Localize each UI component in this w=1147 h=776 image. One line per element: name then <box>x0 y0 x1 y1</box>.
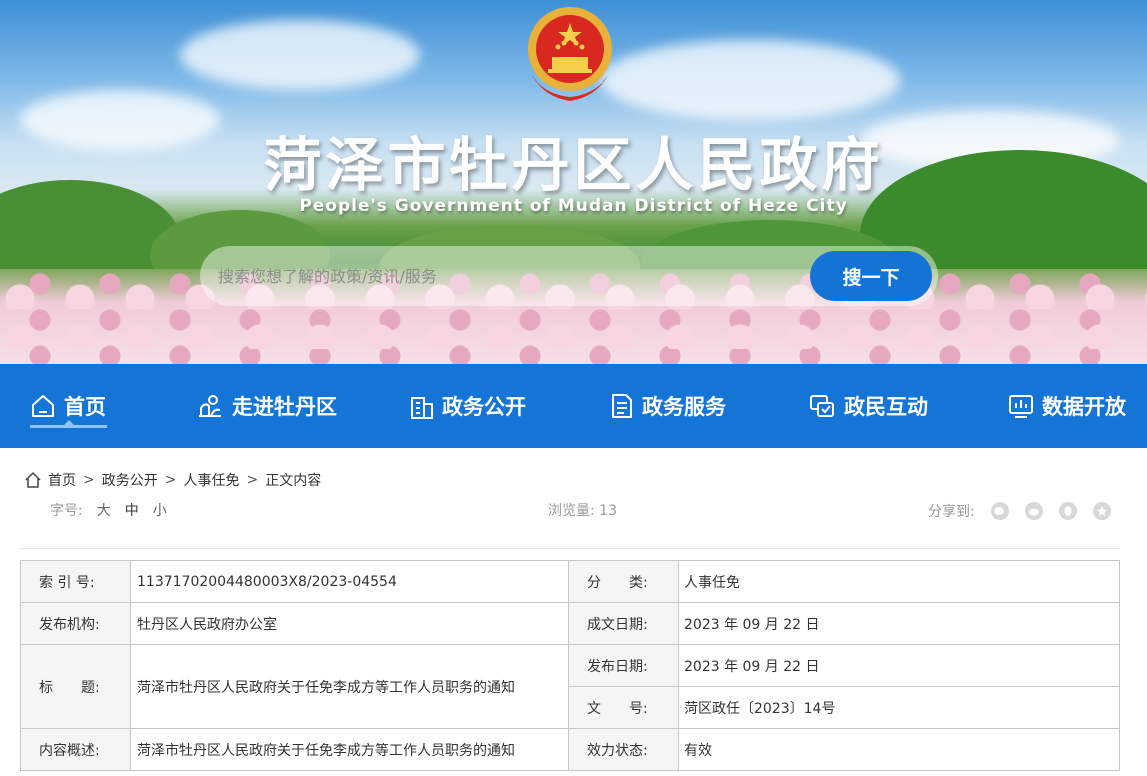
nav-item-label: 首页 <box>64 395 106 419</box>
home-icon <box>25 472 41 488</box>
breadcrumb-personnel[interactable]: 人事任免 <box>183 470 239 490</box>
category-value: 人事任免 <box>678 560 1120 603</box>
index-label: 索 引 号: <box>20 560 131 603</box>
document-info-table: 索 引 号: 11371702004480003X8/2023-04554 分 … <box>20 560 1120 771</box>
font-size-small[interactable]: 小 <box>153 500 167 520</box>
created-date-label: 成文日期: <box>568 602 679 645</box>
article-toolbar: 字号: 大 中 小 浏览量: 13 分享到: <box>0 500 1147 522</box>
org-value: 牡丹区人民政府办公室 <box>130 602 569 645</box>
home-icon <box>32 395 54 417</box>
font-size-large[interactable]: 大 <box>97 500 111 520</box>
header-banner: 菏泽市牡丹区人民政府 People's Government of Mudan … <box>0 0 1147 364</box>
status-value: 有效 <box>678 728 1120 771</box>
nav-item-interaction[interactable]: 政民互动 <box>808 364 928 448</box>
chat-icon <box>810 395 834 417</box>
nav-item-label: 政务公开 <box>442 395 526 419</box>
nav-item-home[interactable]: 首页 <box>30 364 106 448</box>
main-nav: 首页 走进牡丹区 政务公开 政务服务 政民互动 数据开放 <box>0 364 1147 448</box>
wechat-icon[interactable] <box>990 502 1009 520</box>
site-subtitle: People's Government of Mudan District of… <box>299 196 848 216</box>
title-value: 菏泽市牡丹区人民政府关于任免李成方等工作人员职务的通知 <box>130 644 569 729</box>
cloud <box>600 40 900 120</box>
view-count-value: 13 <box>599 503 617 519</box>
national-emblem-icon <box>528 7 612 101</box>
document-icon <box>612 394 632 418</box>
created-date-value: 2023 年 09 月 22 日 <box>678 602 1120 645</box>
nav-item-gov-affairs[interactable]: 政务公开 <box>410 364 526 448</box>
breadcrumb-separator: > <box>164 472 177 488</box>
search-bar: 搜一下 <box>200 246 938 306</box>
index-value: 11371702004480003X8/2023-04554 <box>130 560 569 603</box>
breadcrumb-separator: > <box>246 472 259 488</box>
table-row: 发布机构: 牡丹区人民政府办公室 成文日期: 2023 年 09 月 22 日 <box>20 602 1120 645</box>
view-count: 浏览量: 13 <box>548 500 617 520</box>
summary-label: 内容概述: <box>20 728 131 771</box>
breadcrumb: 首页 > 政务公开 > 人事任免 > 正文内容 <box>24 470 321 490</box>
font-size-label: 字号: <box>50 503 83 519</box>
search-input[interactable] <box>218 258 803 294</box>
title-label: 标 题: <box>20 644 131 729</box>
share-label: 分享到: <box>928 504 975 520</box>
divider <box>20 548 1120 549</box>
font-size-switcher: 字号: 大 中 小 <box>50 500 167 520</box>
summary-value: 菏泽市牡丹区人民政府关于任免李成方等工作人员职务的通知 <box>130 728 569 771</box>
chart-icon <box>1009 395 1033 418</box>
breadcrumb-home[interactable]: 首页 <box>48 470 76 490</box>
nav-item-label: 政务服务 <box>642 395 726 419</box>
table-row: 索 引 号: 11371702004480003X8/2023-04554 分 … <box>20 560 1120 603</box>
doc-number-value: 菏区政任〔2023〕14号 <box>678 686 1120 729</box>
qzone-icon[interactable] <box>1092 502 1111 520</box>
breadcrumb-gov-affairs[interactable]: 政务公开 <box>102 470 158 490</box>
category-label: 分 类: <box>568 560 679 603</box>
breadcrumb-current: 正文内容 <box>265 473 322 489</box>
view-count-label: 浏览量: <box>548 503 595 519</box>
weibo-icon[interactable] <box>1024 502 1043 520</box>
org-label: 发布机构: <box>20 602 131 645</box>
table-row: 内容概述: 菏泽市牡丹区人民政府关于任免李成方等工作人员职务的通知 效力状态: … <box>20 728 1120 771</box>
breadcrumb-separator: > <box>83 472 95 488</box>
table-row: 标 题: 菏泽市牡丹区人民政府关于任免李成方等工作人员职务的通知 发布日期: 2… <box>20 644 1120 729</box>
site-title: 菏泽市牡丹区人民政府 <box>263 131 884 199</box>
published-date-label: 发布日期: <box>568 644 679 687</box>
nav-item-open-data[interactable]: 数据开放 <box>1008 364 1126 448</box>
doc-number-label: 文 号: <box>568 686 679 729</box>
nav-active-caret <box>63 420 75 426</box>
nav-item-label: 数据开放 <box>1042 395 1126 419</box>
published-date-value: 2023 年 09 月 22 日 <box>678 644 1120 687</box>
building-icon <box>411 397 433 419</box>
nav-item-label: 走进牡丹区 <box>232 395 337 419</box>
nav-item-about[interactable]: 走进牡丹区 <box>196 364 337 448</box>
cloud <box>180 20 420 90</box>
landscape-icon <box>199 395 221 417</box>
share-bar: 分享到: <box>928 501 1111 521</box>
search-button[interactable]: 搜一下 <box>810 251 932 301</box>
nav-item-gov-services[interactable]: 政务服务 <box>610 364 726 448</box>
font-size-medium[interactable]: 中 <box>125 500 139 520</box>
nav-item-label: 政民互动 <box>844 395 928 419</box>
qq-icon[interactable] <box>1058 502 1077 520</box>
status-label: 效力状态: <box>568 728 679 771</box>
